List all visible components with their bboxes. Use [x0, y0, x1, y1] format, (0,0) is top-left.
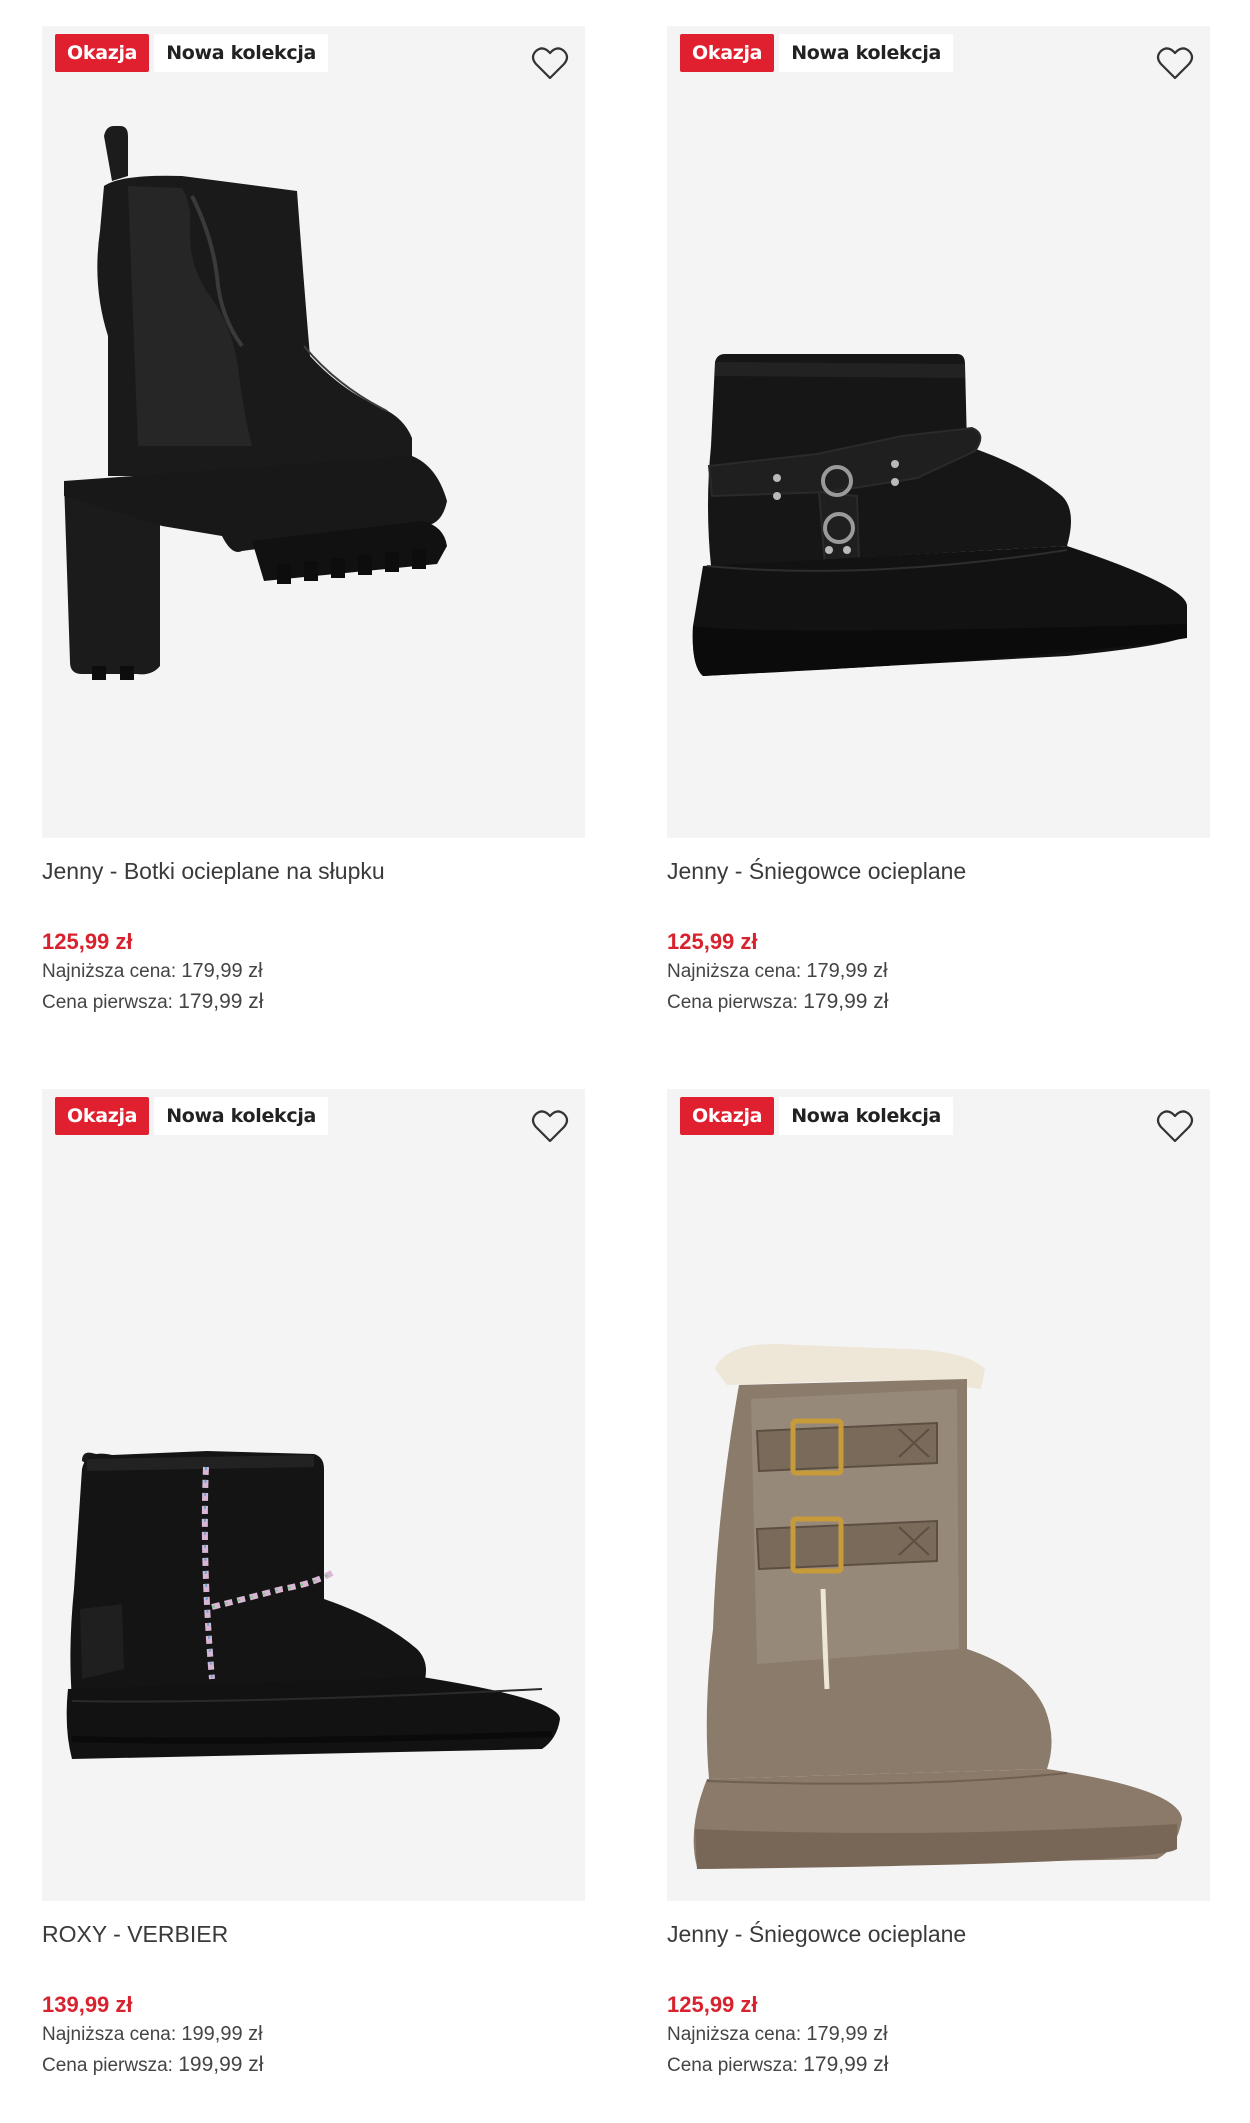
product-image[interactable]: Okazja Nowa kolekcja — [667, 1089, 1210, 1901]
boot-image — [64, 126, 447, 680]
product-image[interactable]: Okazja Nowa kolekcja — [42, 1089, 585, 1901]
badge-group: Okazja Nowa kolekcja — [680, 34, 954, 72]
boot-image — [692, 354, 1187, 676]
first-price-row: Cena pierwsza: 179,99 zł — [42, 987, 585, 1018]
heart-icon[interactable] — [531, 1109, 569, 1145]
product-price: 139,99 zł — [42, 1992, 133, 2017]
lowest-price-value: 179,99 zł — [806, 960, 888, 982]
boot-image — [693, 1344, 1182, 1869]
lowest-price-value: 199,99 zł — [181, 2023, 263, 2045]
product-title[interactable]: Jenny - Śniegowce ocieplane — [667, 856, 1210, 886]
product-price: 125,99 zł — [42, 929, 133, 954]
product-card[interactable]: Okazja Nowa kolekcja ROXY - VERBIER 139,… — [42, 1089, 585, 2081]
heart-icon[interactable] — [1156, 46, 1194, 82]
lowest-price-label: Najniższa cena: — [42, 961, 177, 982]
lowest-price-row: Najniższa cena: 179,99 zł — [42, 956, 585, 987]
first-price-label: Cena pierwsza: — [667, 992, 798, 1013]
first-price-label: Cena pierwsza: — [42, 2055, 173, 2076]
heart-icon[interactable] — [531, 46, 569, 82]
lowest-price-label: Najniższa cena: — [667, 2024, 802, 2045]
first-price-value: 179,99 zł — [178, 990, 264, 1013]
lowest-price-row: Najniższa cena: 179,99 zł — [667, 2019, 1210, 2050]
product-title[interactable]: Jenny - Śniegowce ocieplane — [667, 1919, 1210, 1949]
first-price-label: Cena pierwsza: — [667, 2055, 798, 2076]
product-card[interactable]: Okazja Nowa kolekcja Jenny - Śniegowce o… — [667, 26, 1210, 1018]
first-price-value: 199,99 zł — [178, 2053, 264, 2076]
sale-badge: Okazja — [55, 1097, 150, 1135]
product-price: 125,99 zł — [667, 929, 758, 954]
new-collection-badge: Nowa kolekcja — [154, 34, 329, 72]
sale-badge: Okazja — [680, 1097, 775, 1135]
badge-group: Okazja Nowa kolekcja — [55, 34, 329, 72]
badge-group: Okazja Nowa kolekcja — [680, 1097, 954, 1135]
boot-image — [66, 1451, 561, 1759]
first-price-label: Cena pierwsza: — [42, 992, 173, 1013]
first-price-row: Cena pierwsza: 179,99 zł — [667, 987, 1210, 1018]
product-price: 125,99 zł — [667, 1992, 758, 2017]
first-price-row: Cena pierwsza: 199,99 zł — [42, 2050, 585, 2081]
product-card[interactable]: Okazja Nowa kolekcja Jenny - Botki ociep… — [42, 26, 585, 1018]
sale-badge: Okazja — [55, 34, 150, 72]
lowest-price-value: 179,99 zł — [181, 960, 263, 982]
product-card[interactable]: Okazja Nowa kolekcja Jenny - Śniegowce o… — [667, 1089, 1210, 2081]
lowest-price-label: Najniższa cena: — [667, 961, 802, 982]
badge-group: Okazja Nowa kolekcja — [55, 1097, 329, 1135]
new-collection-badge: Nowa kolekcja — [779, 1097, 954, 1135]
new-collection-badge: Nowa kolekcja — [154, 1097, 329, 1135]
product-image[interactable]: Okazja Nowa kolekcja — [667, 26, 1210, 838]
first-price-row: Cena pierwsza: 179,99 zł — [667, 2050, 1210, 2081]
product-image[interactable]: Okazja Nowa kolekcja — [42, 26, 585, 838]
sale-badge: Okazja — [680, 34, 775, 72]
lowest-price-row: Najniższa cena: 179,99 zł — [667, 956, 1210, 987]
product-title[interactable]: Jenny - Botki ocieplane na słupku — [42, 856, 585, 886]
heart-icon[interactable] — [1156, 1109, 1194, 1145]
lowest-price-label: Najniższa cena: — [42, 2024, 177, 2045]
lowest-price-row: Najniższa cena: 199,99 zł — [42, 2019, 585, 2050]
first-price-value: 179,99 zł — [803, 2053, 889, 2076]
new-collection-badge: Nowa kolekcja — [779, 34, 954, 72]
first-price-value: 179,99 zł — [803, 990, 889, 1013]
lowest-price-value: 179,99 zł — [806, 2023, 888, 2045]
product-title[interactable]: ROXY - VERBIER — [42, 1919, 585, 1949]
